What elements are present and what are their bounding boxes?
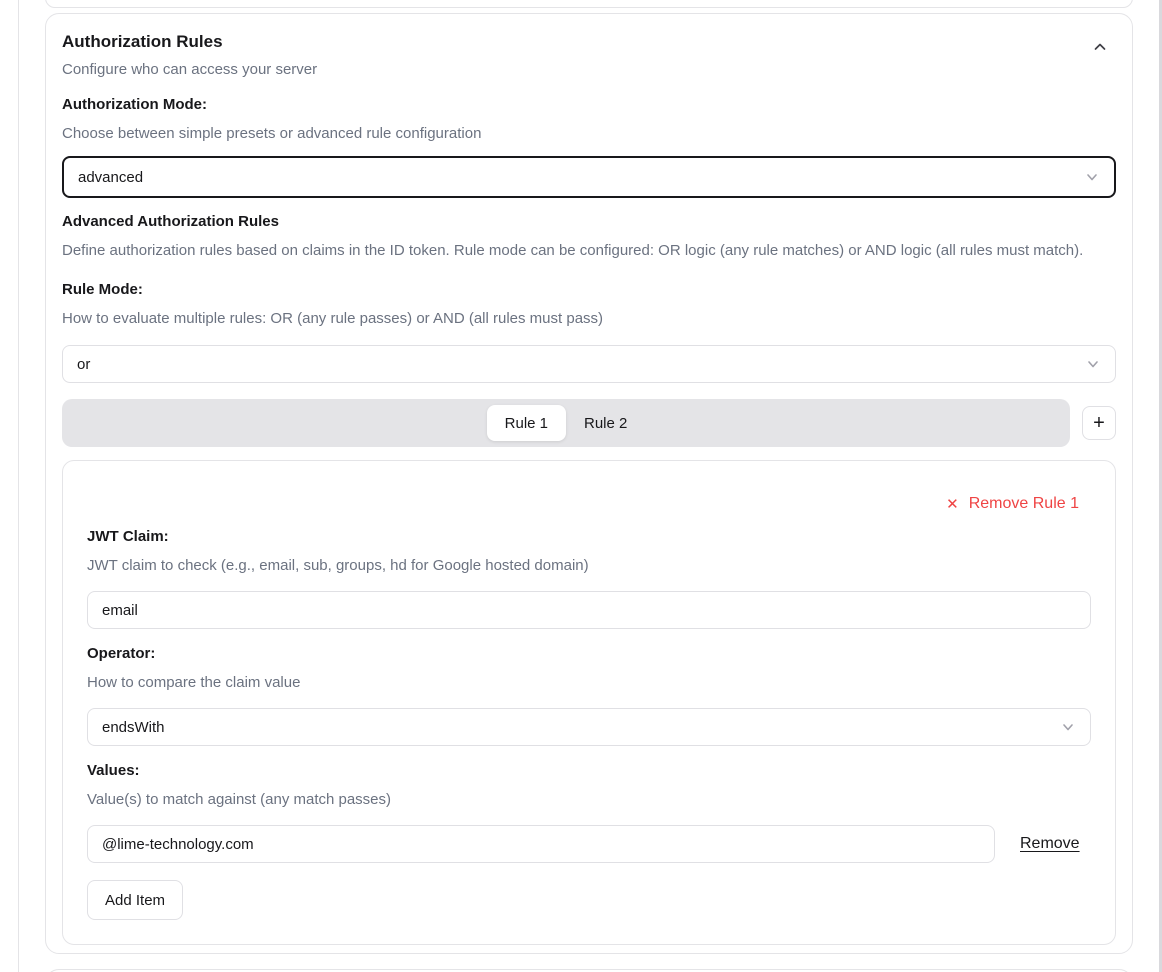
previous-card-edge: [45, 0, 1133, 8]
jwt-claim-description: JWT claim to check (e.g., email, sub, gr…: [87, 556, 1091, 576]
tab-rule-2[interactable]: Rule 2: [566, 405, 645, 441]
rule-mode-label: Rule Mode:: [62, 280, 1116, 300]
operator-description: How to compare the claim value: [87, 673, 1091, 693]
rule-tabs-row: Rule 1 Rule 2 +: [62, 399, 1116, 447]
add-item-button[interactable]: Add Item: [87, 880, 183, 920]
chevron-down-icon: [1085, 356, 1101, 372]
values-description: Value(s) to match against (any match pas…: [87, 790, 1091, 810]
values-label: Values:: [87, 761, 1091, 781]
chevron-up-icon: [1092, 39, 1108, 55]
chevron-down-icon: [1084, 169, 1100, 185]
operator-select[interactable]: endsWith: [87, 708, 1091, 746]
plus-icon: +: [1093, 413, 1105, 433]
panel-left-border: [18, 0, 19, 972]
rule-mode-description: How to evaluate multiple rules: OR (any …: [62, 309, 1116, 329]
remove-rule-button[interactable]: ✕ Remove Rule 1: [946, 495, 1091, 513]
card-subtitle: Configure who can access your server: [62, 60, 1116, 80]
remove-rule-label: Remove Rule 1: [969, 495, 1079, 513]
x-icon: ✕: [946, 497, 959, 512]
authorization-mode-value: advanced: [78, 169, 143, 186]
rule-tabs-list: Rule 1 Rule 2: [62, 399, 1070, 447]
remove-value-link[interactable]: Remove: [1020, 835, 1080, 853]
authorization-mode-select[interactable]: advanced: [62, 156, 1116, 198]
rule-1-panel: ✕ Remove Rule 1 JWT Claim: JWT claim to …: [62, 460, 1116, 945]
authorization-mode-label: Authorization Mode:: [62, 95, 1116, 115]
card-header: Authorization Rules Configure who can ac…: [62, 30, 1116, 80]
authorization-mode-description: Choose between simple presets or advance…: [62, 124, 1116, 144]
advanced-rules-description: Define authorization rules based on clai…: [62, 241, 1116, 261]
rule-mode-value: or: [77, 356, 90, 373]
chevron-down-icon: [1060, 719, 1076, 735]
tab-rule-1[interactable]: Rule 1: [487, 405, 566, 441]
add-rule-button[interactable]: +: [1082, 406, 1116, 440]
authorization-rules-card: Authorization Rules Configure who can ac…: [45, 13, 1133, 954]
remove-rule-row: ✕ Remove Rule 1: [87, 495, 1091, 513]
collapse-section-button[interactable]: [1086, 33, 1114, 61]
jwt-claim-input[interactable]: [87, 591, 1091, 629]
operator-value: endsWith: [102, 719, 165, 736]
jwt-claim-label: JWT Claim:: [87, 527, 1091, 547]
advanced-rules-heading: Advanced Authorization Rules: [62, 212, 1116, 232]
card-title: Authorization Rules: [62, 30, 1116, 54]
value-item-row: Remove: [87, 825, 1091, 863]
operator-label: Operator:: [87, 644, 1091, 664]
value-input[interactable]: [87, 825, 995, 863]
rule-mode-select[interactable]: or: [62, 345, 1116, 383]
